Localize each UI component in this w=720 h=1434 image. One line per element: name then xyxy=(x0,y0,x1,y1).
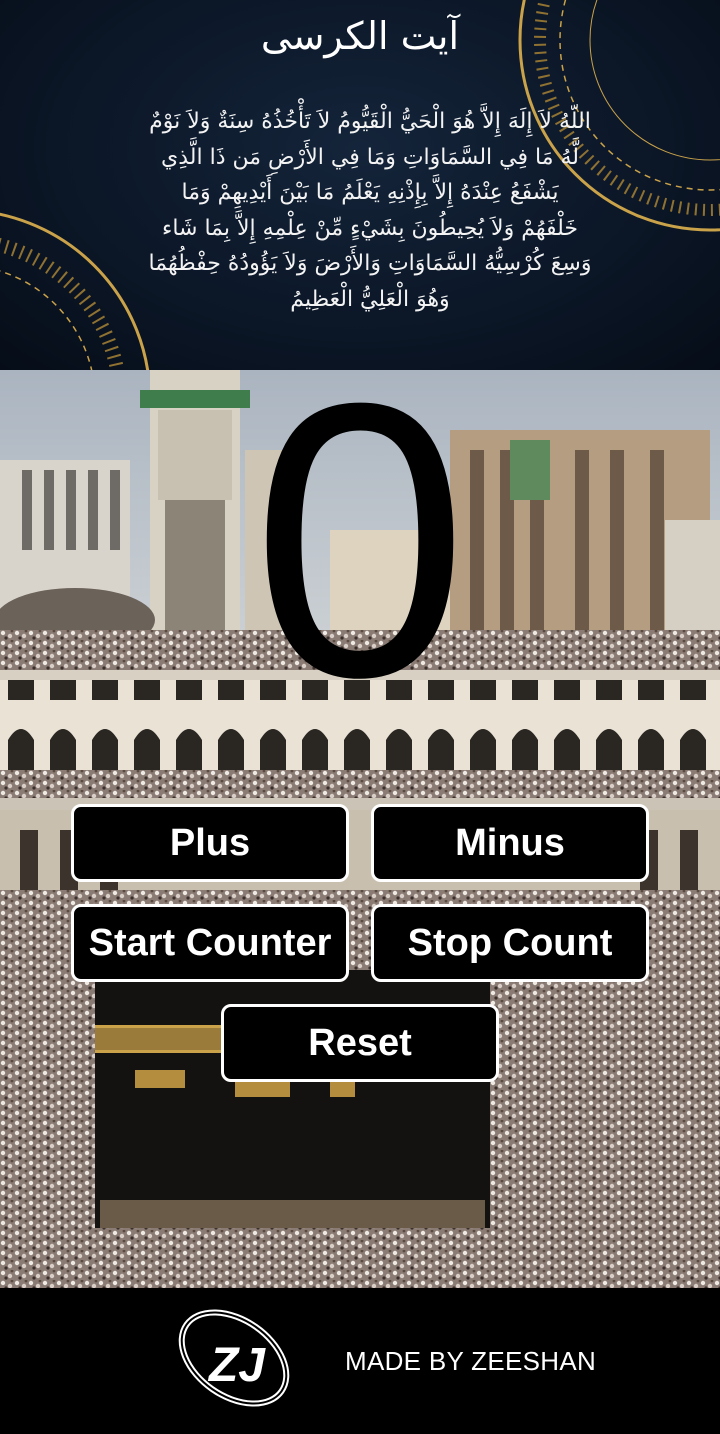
ayat-header: آیت الکرسی اللّهُ لاَ إِلَهَ إِلاَّ هُوَ… xyxy=(0,0,720,370)
reset-button[interactable]: Reset xyxy=(221,1004,499,1082)
ayat-line: اللّهُ لاَ إِلَهَ إِلاَّ هُوَ الْحَيُّ ا… xyxy=(149,109,591,134)
counter-display: 0 xyxy=(251,322,469,758)
ayat-line: وَهُوَ الْعَلِيُّ الْعَظِيمُ xyxy=(290,286,450,312)
ayat-line: لَّهُ مَا فِي السَّمَاوَاتِ وَمَا فِي ال… xyxy=(161,144,579,170)
ayat-line: وَسِعَ كُرْسِيُّهُ السَّمَاوَاتِ وَالأَر… xyxy=(148,251,592,276)
made-by-label: MADE BY ZEESHAN xyxy=(345,1346,597,1376)
stop-count-button[interactable]: Stop Count xyxy=(371,904,649,982)
ayat-text: اللّهُ لاَ إِلَهَ إِلاَّ هُوَ الْحَيُّ ا… xyxy=(120,104,620,317)
zj-logo-icon: ZJ xyxy=(178,1309,290,1407)
footer: ZJ MADE BY ZEESHAN xyxy=(0,1288,720,1434)
ayat-line: يَشْفَعُ عِنْدَهُ إِلاَّ بِإِذْنِهِ يَعْ… xyxy=(181,180,559,205)
ayat-line: خَلْفَهُمْ وَلاَ يُحِيطُونَ بِشَيْءٍ مِّ… xyxy=(161,215,578,241)
plus-button[interactable]: Plus xyxy=(71,804,349,882)
minus-button[interactable]: Minus xyxy=(371,804,649,882)
start-counter-button[interactable]: Start Counter xyxy=(71,904,349,982)
ayat-title: آیت الکرسی xyxy=(260,14,460,58)
logo-text: ZJ xyxy=(207,1339,266,1392)
